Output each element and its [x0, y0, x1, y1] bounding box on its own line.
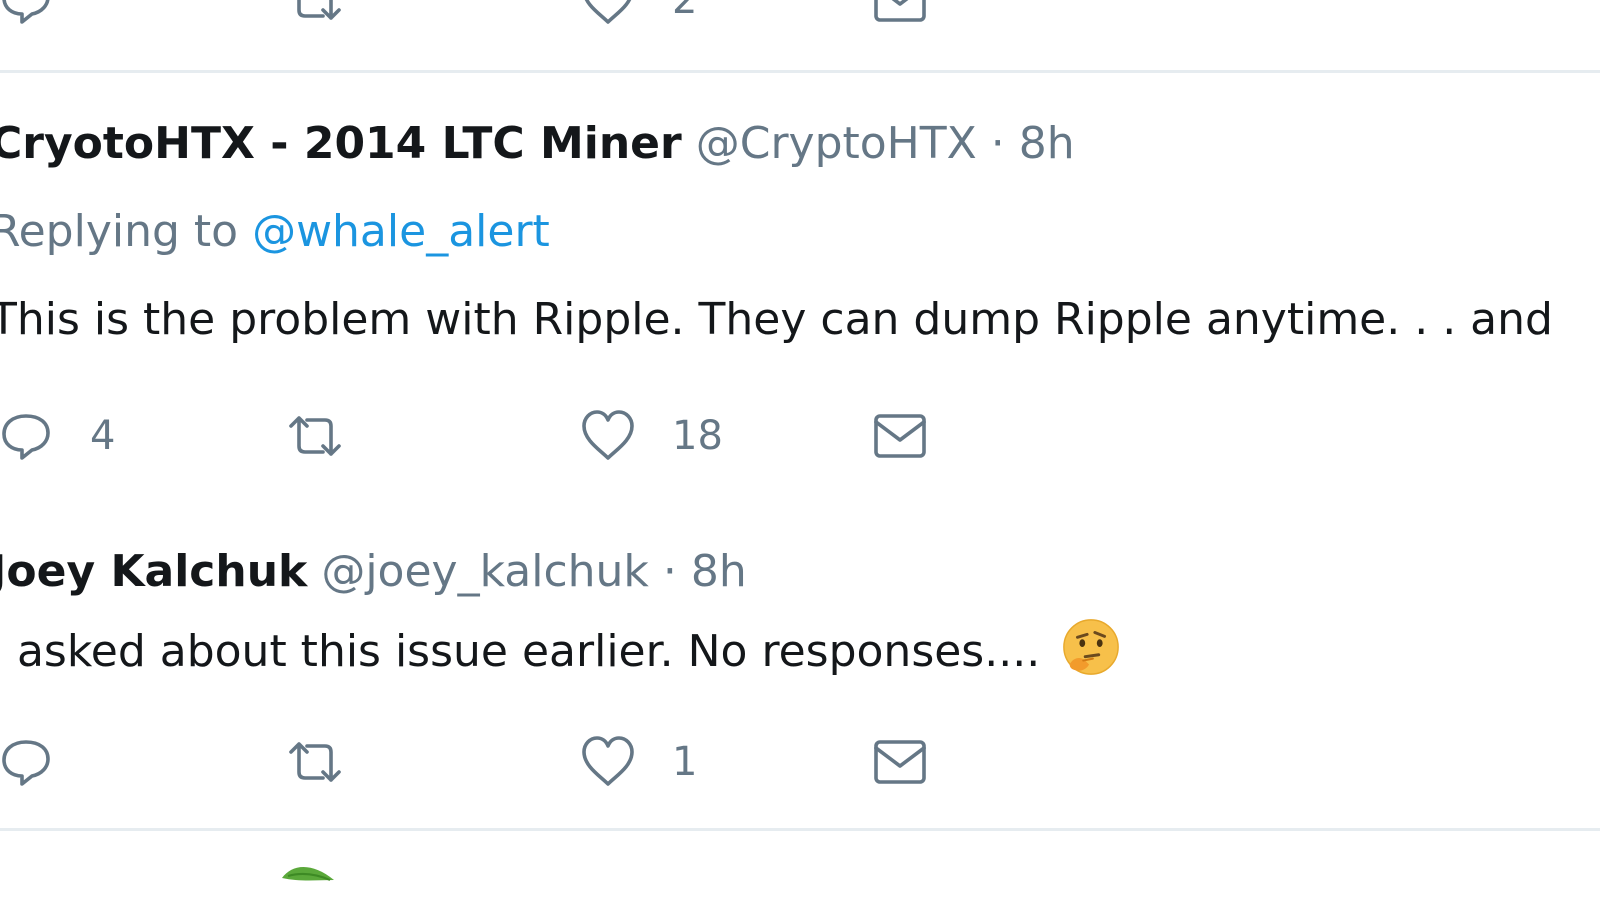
- heart-icon: [584, 0, 632, 24]
- reply-button[interactable]: [0, 732, 54, 792]
- heart-icon: [582, 410, 634, 460]
- tweet-text-line: I asked about this issue earlier. No res…: [0, 616, 1122, 680]
- retweet-button[interactable]: [287, 0, 343, 30]
- reply-icon: [2, 0, 50, 24]
- tweet-divider: [0, 828, 1600, 831]
- separator-dot: ·: [990, 118, 1005, 169]
- reply-icon: [2, 740, 50, 786]
- message-button[interactable]: [872, 406, 928, 466]
- replying-prefix: Replying to: [0, 206, 239, 257]
- like-button[interactable]: 1: [580, 732, 697, 792]
- like-button[interactable]: 2: [580, 0, 697, 30]
- message-button[interactable]: [872, 732, 928, 792]
- tweet-text: This is the problem with Ripple. They ca…: [0, 294, 1553, 345]
- retweet-button[interactable]: [287, 732, 343, 792]
- tweet-thread: 2 CryotoHTX - 2014 LTC Miner @CryptoHTX …: [0, 0, 1600, 900]
- mention-link[interactable]: @whale_alert: [252, 206, 550, 257]
- separator-dot: ·: [662, 546, 677, 597]
- retweet-icon: [289, 416, 341, 456]
- like-button[interactable]: 18: [580, 406, 723, 466]
- like-count: 2: [672, 0, 698, 23]
- tweet-header: CryotoHTX - 2014 LTC Miner @CryptoHTX · …: [0, 116, 1075, 172]
- reply-button[interactable]: [0, 0, 54, 30]
- retweet-icon: [289, 742, 341, 782]
- retweet-button[interactable]: [287, 406, 343, 466]
- retweet-icon: [297, 0, 341, 20]
- tweet-divider: [0, 70, 1600, 73]
- display-name[interactable]: Joey Kalchuk: [0, 546, 307, 597]
- tweet-text: I asked about this issue earlier. No res…: [0, 626, 1041, 677]
- mail-icon: [874, 740, 926, 784]
- reply-count: 4: [90, 413, 116, 459]
- thinking-face-emoji: [1063, 619, 1120, 675]
- tweet-time[interactable]: 8h: [1019, 118, 1075, 169]
- user-handle[interactable]: @joey_kalchuk: [321, 546, 649, 597]
- user-handle[interactable]: @CryptoHTX: [696, 118, 977, 169]
- reply-button[interactable]: 4: [0, 406, 115, 466]
- avatar-partial[interactable]: [278, 858, 348, 900]
- mail-icon: [874, 0, 926, 22]
- like-count: 1: [672, 739, 698, 785]
- tweet-time[interactable]: 8h: [691, 546, 747, 597]
- message-button[interactable]: [872, 0, 928, 30]
- replying-to-line: Replying to @whale_alert: [0, 204, 550, 260]
- tweet-header: Joey Kalchuk @joey_kalchuk · 8h: [0, 544, 747, 600]
- like-count: 18: [672, 413, 723, 459]
- heart-icon: [582, 736, 634, 786]
- mail-icon: [874, 414, 926, 458]
- reply-icon: [2, 414, 50, 460]
- display-name[interactable]: CryotoHTX - 2014 LTC Miner: [0, 118, 682, 169]
